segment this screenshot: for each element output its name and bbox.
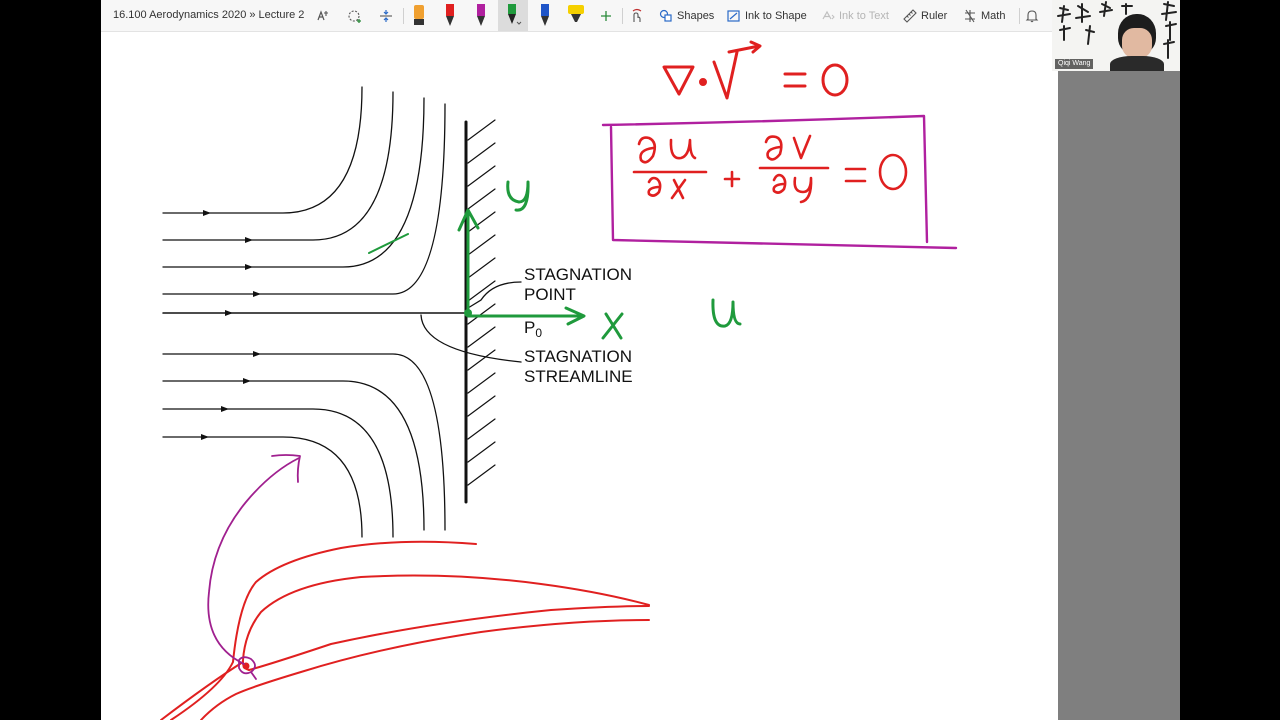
partial-u-numerator (637, 136, 657, 164)
blue-pen-icon[interactable] (533, 4, 557, 28)
orange-highlighter-icon[interactable] (407, 4, 431, 28)
math-button[interactable]: Math (963, 6, 1005, 26)
math-label: Math (981, 10, 1006, 22)
streamline (162, 436, 363, 538)
u-letter-numerator (669, 138, 697, 160)
airfoil-sketch (160, 540, 650, 720)
flow-arrowheads (201, 210, 261, 440)
streamline (162, 97, 425, 268)
y-letter (506, 180, 530, 212)
red-pen-icon[interactable] (438, 4, 462, 28)
upper-streamline (170, 540, 477, 720)
streamline (162, 103, 446, 295)
p0-label: P0 (524, 318, 543, 340)
stagnation-point-dot (464, 309, 472, 317)
green-annotations (368, 180, 742, 340)
partial-x-denominator (647, 176, 662, 197)
nabla-symbol (662, 65, 695, 96)
ink-to-shape-icon (727, 10, 740, 22)
streamline (162, 408, 394, 538)
draw-toolbar: 16.100 Aerodynamics 2020 » Lecture 2 Sha… (101, 0, 1180, 32)
lasso-select-icon[interactable] (311, 4, 335, 28)
streamline (162, 86, 363, 214)
ink-to-shape-button[interactable]: Ink to Shape (727, 6, 807, 26)
equals-sign (783, 72, 807, 88)
lower-streamline (200, 619, 650, 720)
stagnation-streamline-label-line1: STAGNATION (524, 347, 632, 366)
dot-operator (699, 78, 707, 86)
partial-y-denominator (772, 173, 787, 194)
shapes-icon (659, 9, 672, 22)
ink-to-text-icon (822, 10, 835, 20)
ink-to-text-label: Ink to Text (839, 10, 889, 22)
add-space-icon[interactable] (343, 4, 367, 28)
touch-draw-icon[interactable] (625, 4, 649, 28)
zero-digit (821, 63, 849, 97)
wall-hatching (467, 119, 496, 486)
y-axis-arrow (457, 208, 480, 316)
y-letter-denominator (793, 176, 813, 204)
u-letter (711, 298, 742, 328)
ruler-button[interactable]: Ruler (903, 6, 947, 26)
equals-sign-2 (844, 167, 867, 183)
magenta-callout-arrow (207, 454, 301, 680)
v-letter (712, 50, 739, 100)
side-panel (1058, 71, 1180, 720)
notification-bell-icon[interactable] (1020, 4, 1044, 28)
divergence-equation (662, 40, 849, 100)
ink-to-shape-label: Ink to Shape (745, 10, 807, 22)
stagnation-point-label-line1: STAGNATION (524, 265, 632, 284)
p0-label-base: P (524, 318, 536, 337)
zero-digit-2 (878, 153, 908, 191)
magenta-pen-icon[interactable] (469, 4, 493, 28)
stagnation-point-label-line2: POINT (524, 285, 576, 304)
stagnation-streamline-in (160, 661, 244, 720)
presenter-video (1110, 14, 1164, 71)
ink-to-text-button[interactable]: Ink to Text (821, 6, 889, 26)
shapes-button[interactable]: Shapes (659, 6, 714, 26)
yellow-highlighter-icon[interactable] (564, 4, 588, 28)
shapes-label: Shapes (677, 10, 715, 22)
participant-name-label: Qiqi Wang (1055, 59, 1094, 69)
x-letter-denominator (670, 178, 687, 200)
continuity-equation (632, 134, 908, 204)
note-canvas[interactable]: STAGNATION POINT P0 STAGNATION STREAMLIN… (101, 32, 1058, 720)
ruler-icon (903, 9, 917, 23)
p0-label-subscript: 0 (535, 326, 543, 340)
add-pen-icon[interactable] (594, 4, 618, 28)
insert-space-icon[interactable] (374, 4, 398, 28)
onenote-window: 16.100 Aerodynamics 2020 » Lecture 2 Sha… (101, 0, 1180, 720)
streamline (162, 91, 394, 241)
stagnation-streamline-label-line2: STREAMLINE (524, 367, 633, 386)
green-pen-icon[interactable] (501, 4, 525, 28)
document-title: 16.100 Aerodynamics 2020 » Lecture 2 (113, 9, 305, 21)
math-icon (965, 9, 975, 23)
ruler-label: Ruler (921, 10, 948, 22)
webcam-overlay: Qiqi Wang (1052, 0, 1180, 71)
green-tick-stroke (368, 233, 409, 254)
vector-arrow (727, 40, 762, 54)
x-letter (601, 312, 624, 340)
v-letter-numerator (792, 134, 812, 160)
plus-sign (723, 170, 741, 188)
partial-v-numerator (764, 135, 783, 161)
